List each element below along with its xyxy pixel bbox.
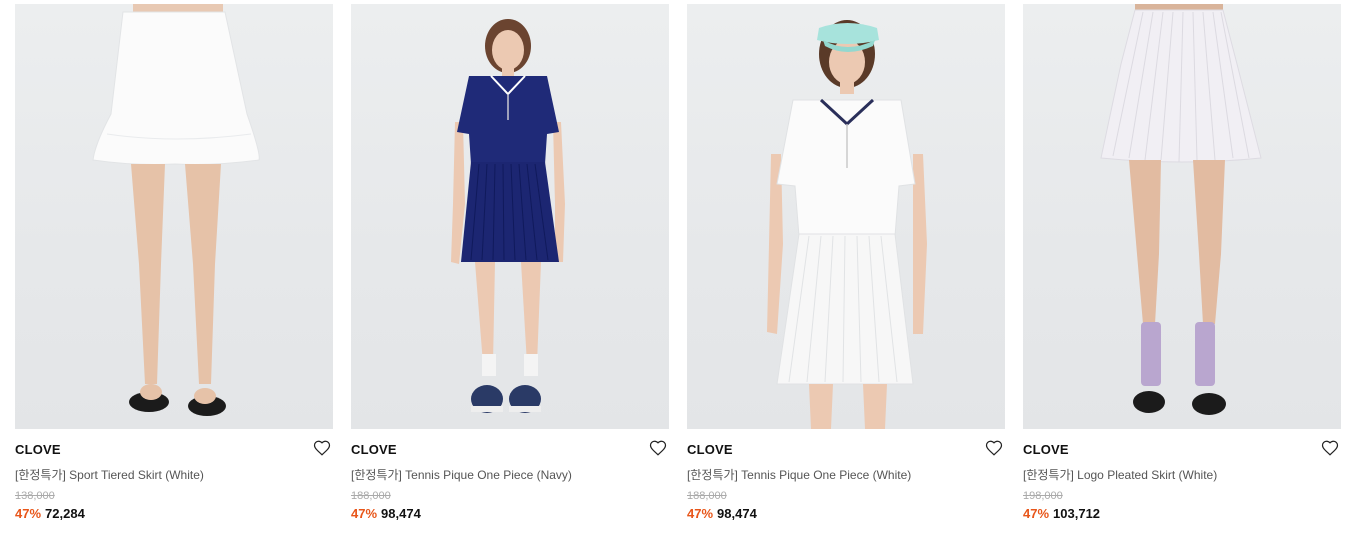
product-grid: CLOVE [한정특가] Sport Tiered Skirt (White) …	[0, 0, 1349, 534]
product-info: CLOVE [한정특가] Tennis Pique One Piece (Nav…	[351, 429, 669, 530]
sale-price: 72,284	[45, 506, 85, 521]
discount-rate: 47%	[351, 506, 378, 521]
heart-outline-icon[interactable]	[313, 439, 331, 457]
product-card[interactable]: CLOVE [한정특가] Sport Tiered Skirt (White) …	[15, 4, 333, 530]
product-image[interactable]	[351, 4, 669, 429]
original-price: 138,000	[15, 490, 55, 502]
product-card[interactable]: CLOVE [한정특가] Tennis Pique One Piece (Nav…	[351, 4, 669, 530]
product-photo-white-dress	[767, 20, 927, 429]
sale-price: 98,474	[381, 506, 421, 521]
product-card[interactable]: CLOVE [한정특가] Tennis Pique One Piece (Whi…	[687, 4, 1005, 530]
brand-name[interactable]: CLOVE	[351, 442, 397, 457]
brand-name[interactable]: CLOVE	[687, 442, 733, 457]
product-info: CLOVE [한정특가] Sport Tiered Skirt (White) …	[15, 429, 333, 530]
product-info: CLOVE [한정특가] Tennis Pique One Piece (Whi…	[687, 429, 1005, 530]
original-price: 188,000	[351, 490, 391, 502]
original-price: 198,000	[1023, 490, 1063, 502]
price-row: 47% 98,474	[687, 506, 757, 521]
brand-name[interactable]: CLOVE	[15, 442, 61, 457]
discount-rate: 47%	[687, 506, 714, 521]
original-price: 188,000	[687, 490, 727, 502]
product-image[interactable]	[1023, 4, 1341, 429]
heart-outline-icon[interactable]	[1321, 439, 1339, 457]
product-name[interactable]: [한정특가] Tennis Pique One Piece (White)	[687, 466, 911, 483]
product-name[interactable]: [한정특가] Sport Tiered Skirt (White)	[15, 466, 204, 483]
product-card[interactable]: CLOVE [한정특가] Logo Pleated Skirt (White) …	[1023, 4, 1341, 530]
heart-outline-icon[interactable]	[649, 439, 667, 457]
product-photo-navy-dress	[451, 19, 565, 413]
product-name[interactable]: [한정특가] Logo Pleated Skirt (White)	[1023, 466, 1217, 483]
price-row: 47% 98,474	[351, 506, 421, 521]
brand-name[interactable]: CLOVE	[1023, 442, 1069, 457]
product-image[interactable]	[15, 4, 333, 429]
sale-price: 98,474	[717, 506, 757, 521]
product-photo-white-skirt	[92, 4, 260, 416]
discount-rate: 47%	[15, 506, 42, 521]
price-row: 47% 103,712	[1023, 506, 1100, 521]
price-row: 47% 72,284	[15, 506, 85, 521]
heart-outline-icon[interactable]	[985, 439, 1003, 457]
sale-price: 103,712	[1053, 506, 1101, 521]
product-info: CLOVE [한정특가] Logo Pleated Skirt (White) …	[1023, 429, 1341, 530]
product-name[interactable]: [한정특가] Tennis Pique One Piece (Navy)	[351, 466, 572, 483]
discount-rate: 47%	[1023, 506, 1050, 521]
product-photo-pleated-skirt	[1100, 4, 1262, 415]
product-image[interactable]	[687, 4, 1005, 429]
